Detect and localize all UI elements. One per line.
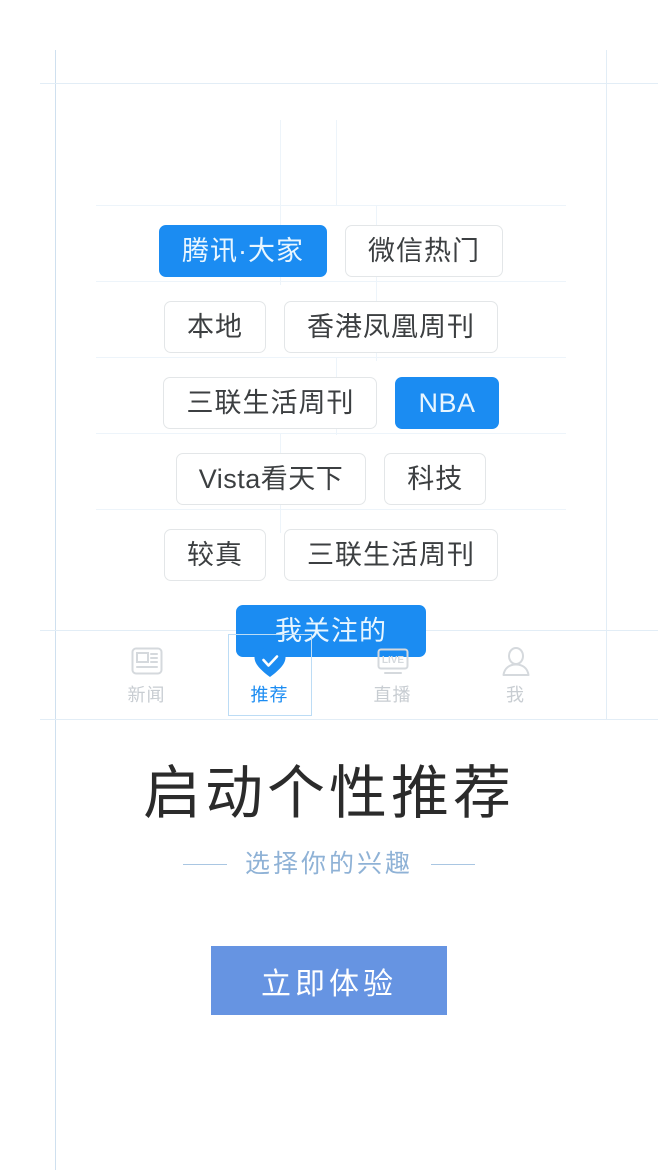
tab-label-news: 新闻 (127, 685, 166, 705)
rule-right-icon (431, 864, 475, 866)
phone-screen-mock: 腾讯·大家 微信热门 本地 香港凤凰周刊 三联生活周刊 NBA Vista看天下… (55, 83, 607, 720)
tab-item-me[interactable]: 我 (474, 634, 558, 716)
live-icon: LIVE (375, 646, 411, 680)
heart-check-icon (252, 646, 288, 680)
tag-button-nba[interactable]: NBA (395, 377, 499, 429)
svg-text:LIVE: LIVE (381, 655, 404, 666)
tab-item-recommend[interactable]: 推荐 (227, 634, 312, 716)
tag-row: 腾讯·大家 微信热门 (55, 225, 607, 277)
page-title: 启动个性推荐 (142, 761, 515, 826)
tag-button-tencent-dajia[interactable]: 腾讯·大家 (159, 225, 327, 277)
bottom-tab-bar: 新闻 推荐 LIVE 直播 我 (55, 630, 607, 720)
tag-row: Vista看天下 科技 (55, 453, 607, 505)
tag-row: 本地 香港凤凰周刊 (55, 301, 607, 353)
tag-button-local[interactable]: 本地 (164, 301, 266, 353)
hero-section: 启动个性推荐 选择你的兴趣 (0, 760, 658, 877)
start-experience-button[interactable]: 立即体验 (211, 946, 447, 1015)
tab-item-live[interactable]: LIVE 直播 (351, 634, 435, 716)
tab-label-live: 直播 (373, 685, 412, 705)
tab-label-recommend: 推荐 (250, 685, 289, 705)
hero-subtitle-text: 选择你的兴趣 (244, 850, 413, 879)
tag-row: 较真 三联生活周刊 (55, 529, 607, 581)
tag-button-sanlian-life-weekly[interactable]: 三联生活周刊 (163, 377, 378, 429)
hero-subtitle: 选择你的兴趣 (0, 852, 658, 877)
tag-button-jiaozhen[interactable]: 较真 (164, 529, 266, 581)
tag-button-sanlian-life-weekly-2[interactable]: 三联生活周刊 (284, 529, 498, 581)
news-icon (129, 646, 165, 680)
person-icon (498, 646, 534, 680)
rule-left-icon (182, 864, 227, 866)
tab-item-news[interactable]: 新闻 (105, 634, 189, 716)
tag-button-wechat-hot[interactable]: 微信热门 (345, 225, 503, 277)
interest-tag-cloud: 腾讯·大家 微信热门 本地 香港凤凰周刊 三联生活周刊 NBA Vista看天下… (55, 83, 607, 657)
tag-row: 三联生活周刊 NBA (55, 377, 607, 429)
tab-label-me: 我 (506, 685, 525, 705)
tag-button-hk-phoenix-weekly[interactable]: 香港凤凰周刊 (284, 301, 498, 353)
tag-button-vista[interactable]: Vista看天下 (175, 453, 367, 505)
tag-button-technology[interactable]: 科技 (384, 453, 487, 505)
